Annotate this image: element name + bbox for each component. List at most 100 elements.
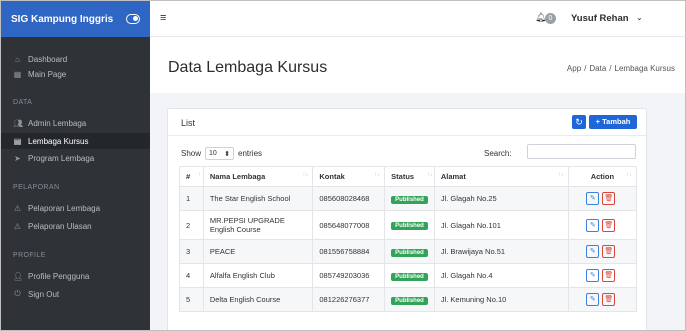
cell-no: 1 [179,186,204,211]
sidebar-item-pelaporan-ulasan[interactable]: ⚠ Pelaporan Ulasan [1,219,150,233]
breadcrumb-separator: / [584,64,587,73]
cell-action: ✎ 🗑︎ [567,239,638,264]
cell-alamat: Jl. Brawijaya No.51 [433,239,569,264]
trash-icon[interactable]: 🗑︎ [602,293,616,306]
column-header-alamat[interactable]: Alamat ↑↓ [433,166,569,187]
sidebar-item-label: Sign Out [28,289,60,299]
document-icon: ▤ [13,136,22,146]
warning-icon: ⚠ [13,203,22,213]
cell-status: Published [384,186,435,211]
warning-icon: ⚠ [13,221,22,231]
refresh-icon: ↻ [575,117,583,127]
sidebar-item-program-lembaga[interactable]: ➤ Program Lembaga [1,151,150,165]
edit-icon[interactable]: ✎ [586,293,600,306]
search-label: Search: [484,149,512,158]
column-header-label: Alamat [440,172,466,181]
sort-icon: ↑↓ [426,172,433,178]
breadcrumb-item-data[interactable]: Data [589,64,606,73]
trash-icon[interactable]: 🗑︎ [602,218,616,232]
breadcrumb-item-app[interactable]: App [567,64,581,73]
sidebar-item-label: Pelaporan Ulasan [28,221,92,231]
cell-kontak: 085608028468 [312,186,386,211]
page-header: Data Lembaga Kursus App / Data / Lembaga Kur… [150,37,685,93]
trash-icon[interactable]: 🗑︎ [602,245,616,258]
cell-nama: The Star English School [202,186,314,211]
cell-alamat: Jl. Glagah No.25 [433,186,569,211]
add-button[interactable]: + Tambah [589,115,637,129]
section-label-data: DATA [13,99,33,106]
cell-no: 2 [179,210,204,240]
column-header-status[interactable]: Status ↑↓ [384,166,435,187]
cell-kontak: 081556758884 [312,239,386,264]
sidebar-item-admin-lembaga[interactable]: 👥︎ Admin Lembaga [1,116,150,130]
sidebar-item-sign-out[interactable]: ⏻ Sign Out [1,287,150,301]
cell-status: Published [384,239,435,264]
sidebar-item-profile-pengguna[interactable]: 👤︎ Profile Pengguna [1,269,150,283]
send-icon: ➤ [14,153,21,163]
cell-no: 3 [179,239,204,264]
cell-action: ✎ 🗑︎ [567,186,638,211]
home-icon: ⌂ [15,54,20,64]
table-row: 2 MR.PEPSI UPGRADE English Course 085648… [179,210,638,240]
table-header-row: # ↑ Nama Lembaga ↑↓ Kontak ↑↓ Status ↑↓ Alam… [179,166,638,187]
sidebar-item-lembaga-kursus[interactable]: ▤ Lembaga Kursus [1,133,150,149]
sidebar-item-label: Dashboard [28,54,68,64]
table-row: 4 Alfalfa English Club 085749203036 Publ… [179,263,638,288]
toggle-icon[interactable] [126,14,140,24]
column-header-kontak[interactable]: Kontak ↑↓ [312,166,386,187]
sort-icon: ↑↓ [302,172,309,178]
sidebar-item-label: Lembaga Kursus [28,136,89,146]
table-row: 5 Delta English Course 081226276377 Publ… [179,287,638,312]
edit-icon[interactable]: ✎ [586,192,600,205]
entries-select[interactable]: 10 ⬍ [205,147,235,160]
hamburger-icon[interactable]: ≡ [160,12,166,24]
user-icon: 👤︎ [13,271,24,281]
column-header-label: Action [590,172,615,181]
column-header-label: Kontak [319,172,345,181]
grid-icon: ▦ [13,69,22,79]
brand-title[interactable]: SIG Kampung Inggris [11,14,113,25]
cell-nama: PEACE [202,239,314,264]
sidebar-item-pelaporan-lembaga[interactable]: ⚠ Pelaporan Lembaga [1,201,150,215]
status-badge: Published [391,248,428,257]
refresh-button[interactable]: ↻ [572,115,586,129]
edit-icon[interactable]: ✎ [586,269,600,282]
cell-no: 5 [179,287,204,312]
brand-bar: SIG Kampung Inggris [1,1,150,37]
sidebar-item-label: Program Lembaga [28,153,95,163]
status-badge: Published [391,272,428,281]
edit-icon[interactable]: ✎ [586,218,600,232]
section-label-profile: PROFILE [13,252,46,259]
cell-kontak: 085749203036 [312,263,386,288]
table-row: 3 PEACE 081556758884 Published Jl. Brawi… [179,239,638,264]
sort-icon: ↑ [197,172,201,178]
sidebar-item-main-page[interactable]: ▦ Main Page [1,67,150,81]
data-table: # ↑ Nama Lembaga ↑↓ Kontak ↑↓ Status ↑↓ Alam… [179,166,638,312]
column-header-action[interactable]: Action ↑↓ [567,166,638,187]
search-input[interactable] [527,144,636,159]
cell-kontak: 081226276377 [312,287,386,312]
select-arrows-icon: ⬍ [224,150,231,158]
column-header-no[interactable]: # ↑ [179,166,204,187]
sidebar-item-dashboard[interactable]: ⌂ Dashboard [1,52,150,66]
trash-icon[interactable]: 🗑︎ [602,269,616,282]
top-bar: ≡ 🔔︎ 0 Yusuf Rehan ⌄ [150,1,685,37]
cell-alamat: Jl. Kemuning No.10 [433,287,569,312]
user-menu[interactable]: Yusuf Rehan [571,13,629,24]
page-title: Data Lembaga Kursus [168,59,328,76]
trash-icon[interactable]: 🗑︎ [602,192,616,205]
power-icon: ⏻ [14,289,21,298]
edit-icon[interactable]: ✎ [586,245,600,258]
notification-badge: 0 [545,13,556,24]
column-header-nama[interactable]: Nama Lembaga ↑↓ [202,166,314,187]
cell-action: ✎ 🗑︎ [567,210,638,240]
cell-kontak: 085648077008 [312,210,386,240]
sidebar-item-label: Profile Pengguna [28,271,90,281]
cell-nama: Delta English Course [202,287,314,312]
chevron-down-icon[interactable]: ⌄ [636,13,643,22]
entries-value: 10 [209,150,217,157]
cell-alamat: Jl. Glagah No.101 [433,210,569,240]
app-window: SIG Kampung Inggris ⌂ Dashboard ▦ Main P… [0,0,686,331]
cell-status: Published [384,263,435,288]
breadcrumb-separator: / [609,64,612,73]
